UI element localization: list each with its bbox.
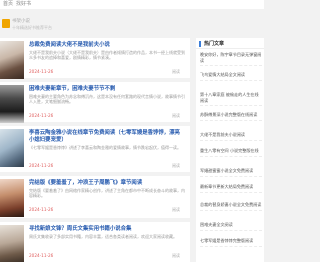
read-count: 阅读 xyxy=(172,113,180,118)
sidebar-link[interactable]: 军婚甜蜜蜜小说全文免费阅读 xyxy=(200,168,262,177)
article-title[interactable]: 李喜云陶金雅小说在线章节免费阅读（七零军嫂是香饽饽，漂亮小媳妇要宠爱） xyxy=(29,130,185,144)
article-excerpt: 大佬不是我前夫小说（大佬不是我前夫）是由作者倾情打造的作品，本书一经上线就受到众… xyxy=(29,50,185,61)
top-nav: 首页 找好书 xyxy=(0,0,264,9)
sidebar-link[interactable]: 大佬不是我前夫小说阅读 xyxy=(200,132,262,141)
article-thumbnail[interactable] xyxy=(0,129,24,167)
heading-accent-bar xyxy=(199,41,201,47)
article-excerpt: 《七零军嫂是香饽饽》讲述了李喜云和陶金雅的爱情故事，情节跌宕起伏，值得一读。 xyxy=(29,145,181,150)
article-card: 总裁免费阅读大佬不是我前夫小说 大佬不是我前夫小说（大佬不是我前夫）是由作者倾情… xyxy=(0,38,190,79)
article-date: 2024-11-26 xyxy=(29,253,54,258)
site-header: 书架小说 十年精选好书推荐平台 xyxy=(0,9,264,34)
article-title[interactable]: 寻找新娘文锋？周氏文集实用书籍小说合集 xyxy=(29,226,185,233)
sidebar-link[interactable]: 重生八零有空间 小说完整版在线 xyxy=(200,148,262,157)
read-count: 阅读 xyxy=(172,69,180,74)
sidebar-header: 热门文章 xyxy=(196,38,264,49)
article-title[interactable]: 总裁免费阅读大佬不是我前夫小说 xyxy=(29,42,185,49)
article-date: 2024-11-26 xyxy=(29,113,54,118)
article-title[interactable]: 完结版《要羞羞了，冲浪王子周鹏飞》章节阅读 xyxy=(29,180,185,187)
sidebar-title: 热门文章 xyxy=(204,41,225,47)
article-excerpt: 困难夫妻的主要角色为苏念和傅沉舟，这是本没有任何套路的现代言情小说，故事情节引人… xyxy=(29,94,185,105)
article-thumbnail[interactable] xyxy=(0,225,24,262)
article-date: 2024-11-26 xyxy=(29,207,54,212)
sidebar-link[interactable]: 苏酥傅景深小说完整版在线阅读 xyxy=(200,112,262,121)
sidebar-link[interactable]: 总裁的替身娇妻小说全文免费阅读 xyxy=(200,202,262,211)
site-logo-icon[interactable] xyxy=(2,19,10,28)
article-excerpt: 周氏文集收录了多部实用书籍，内容丰富，适合各类读者阅读，欢迎大家阅读收藏。 xyxy=(29,234,177,239)
sidebar-link[interactable]: 七零军嫂是香饽饽完整版阅读 xyxy=(200,238,262,247)
article-card: 寻找新娘文锋？周氏文集实用书籍小说合集 周氏文集收录了多部实用书籍，内容丰富，适… xyxy=(0,222,190,262)
read-count: 阅读 xyxy=(172,163,180,168)
article-thumbnail[interactable] xyxy=(0,85,24,123)
read-count: 阅读 xyxy=(172,253,180,258)
site-name: 书架小说 xyxy=(12,19,30,24)
article-date: 2024-11-26 xyxy=(29,163,54,168)
nav-find-books-link[interactable]: 找好书 xyxy=(16,1,31,7)
article-card: 困难夫妻新章节，困难夫妻节节不剩 困难夫妻的主要角色为苏念和傅沉舟，这是本没有任… xyxy=(0,82,190,123)
article-thumbnail[interactable] xyxy=(0,179,24,217)
article-thumbnail[interactable] xyxy=(0,41,24,79)
article-date: 2024-11-26 xyxy=(29,69,54,74)
sidebar-link[interactable]: 困难夫妻全文阅读 xyxy=(200,222,262,231)
article-excerpt: 完结版《要羞羞了》由网络作家精心创作，讲述了主角在都市中不断成长奋斗的故事，内容… xyxy=(29,188,185,199)
sidebar-link[interactable]: 晚安你好，陈宇章节目录无弹窗阅读 xyxy=(200,52,262,67)
hot-articles-sidebar: 热门文章 晚安你好，陈宇章节目录无弹窗阅读 飞鸟爱情大结局全文阅读 第十八章家庭… xyxy=(196,38,264,262)
read-count: 阅读 xyxy=(172,207,180,212)
article-title[interactable]: 困难夫妻新章节，困难夫妻节节不剩 xyxy=(29,86,185,93)
article-card: 李喜云陶金雅小说在线章节免费阅读（七零军嫂是香饽饽，漂亮小媳妇要宠爱） 《七零军… xyxy=(0,126,190,172)
sidebar-link[interactable]: 第十八章家庭 被偷走的人生在线阅读 xyxy=(200,92,262,107)
article-card: 完结版《要羞羞了，冲浪王子周鹏飞》章节阅读 完结版《要羞羞了》由网络作家精心创作… xyxy=(0,176,190,218)
sidebar-link[interactable]: 飞鸟爱情大结局全文阅读 xyxy=(200,72,262,81)
sidebar-link[interactable]: 最新章节更新大结局免费阅读 xyxy=(200,184,262,193)
site-slogan: 十年精选好书推荐平台 xyxy=(12,25,52,30)
nav-home-link[interactable]: 首页 xyxy=(3,1,13,7)
